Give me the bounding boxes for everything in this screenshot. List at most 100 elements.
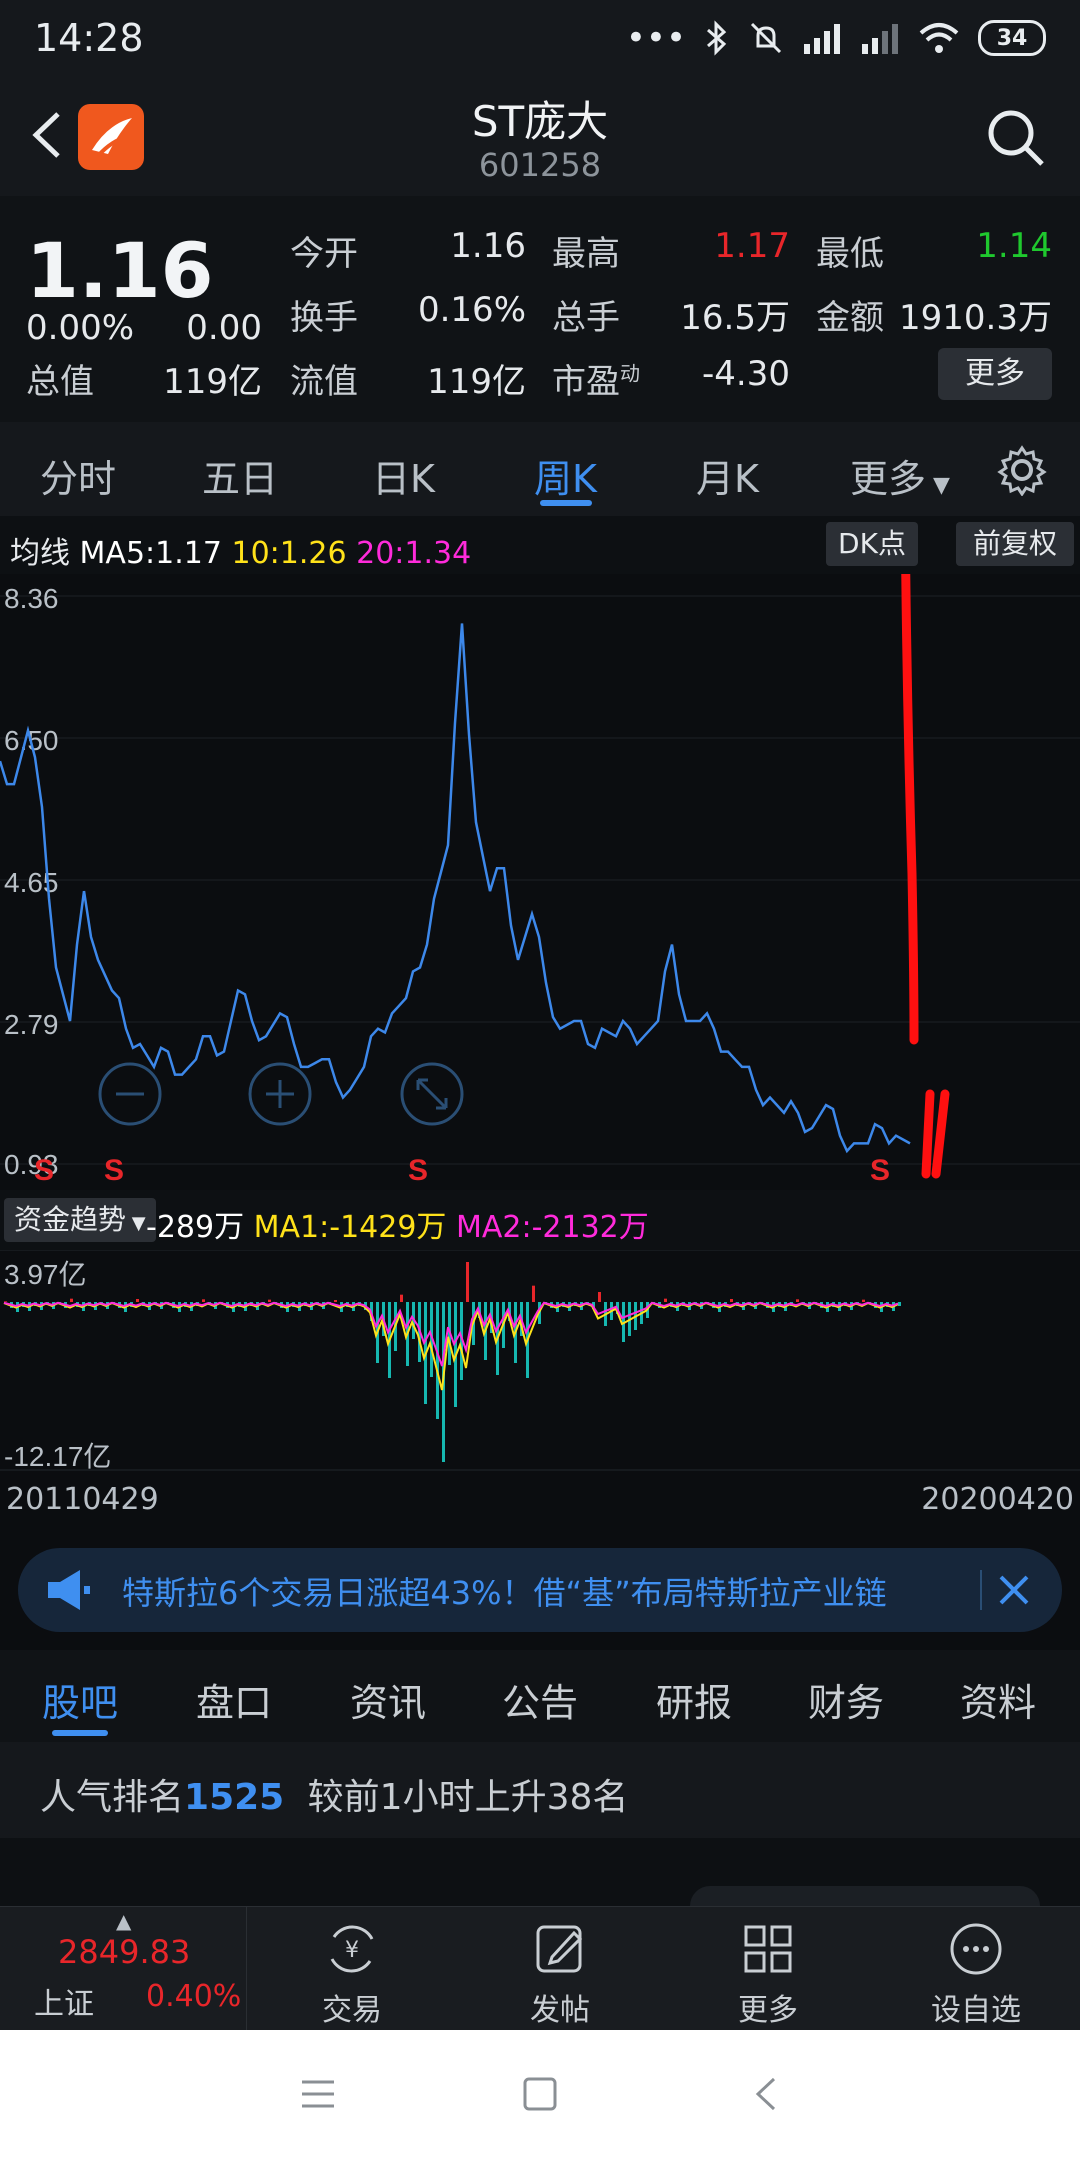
- close-icon[interactable]: [998, 1574, 1030, 1606]
- tab-more[interactable]: 更多 ▼: [850, 448, 950, 503]
- tab-announcements[interactable]: 公告: [502, 1672, 578, 1727]
- ma20-value: 20:1.34: [356, 536, 472, 571]
- signal-icon-2: [862, 24, 898, 54]
- fund-bar: [136, 1299, 139, 1302]
- tab-financials[interactable]: 财务: [808, 1672, 884, 1727]
- zoom-in-button[interactable]: [248, 1062, 312, 1126]
- trade-button[interactable]: ¥ 交易: [252, 1907, 452, 2031]
- open-label: 今开: [290, 234, 358, 274]
- fund-bar: [268, 1299, 271, 1302]
- tab-research[interactable]: 研报: [656, 1672, 732, 1727]
- tab-profile[interactable]: 资料: [960, 1672, 1036, 1727]
- feed-area: [0, 1838, 1080, 1926]
- fund-bar: [334, 1300, 337, 1302]
- dropdown-caret-icon: ▼: [926, 473, 950, 498]
- tab-news[interactable]: 资讯: [350, 1672, 426, 1727]
- sell-signal-marker: S: [870, 1154, 890, 1187]
- ma5-value: MA5:1.17: [79, 536, 222, 571]
- tab-weekly-k[interactable]: 周K: [534, 448, 597, 503]
- wifi-icon: [919, 23, 959, 53]
- tab-order-book[interactable]: 盘口: [196, 1672, 272, 1727]
- fund-trend-selector[interactable]: 资金趋势 ▼: [4, 1198, 156, 1242]
- active-tab-underline: [52, 1730, 108, 1736]
- dropdown-caret-icon: ▼: [126, 1213, 146, 1234]
- more-circle-icon: [950, 1923, 1002, 1975]
- tab-five-day[interactable]: 五日: [202, 448, 278, 503]
- fund-value: -289万: [146, 1210, 245, 1245]
- amount-value: 1910.3万: [899, 298, 1052, 338]
- start-date: 20110429: [6, 1482, 159, 1517]
- fund-bar: [532, 1285, 535, 1302]
- sell-signal-marker: S: [34, 1154, 54, 1187]
- battery-icon: 34: [978, 20, 1046, 56]
- volume-value: 16.5万: [680, 298, 790, 338]
- ma-legend: 均线 MA5:1.17 10:1.26 20:1.34: [10, 528, 471, 572]
- tab-intraday[interactable]: 分时: [40, 448, 116, 503]
- news-headline[interactable]: 特斯拉6个交易日涨超43%！借“基”布局特斯拉产业链: [122, 1568, 887, 1614]
- fullscreen-button[interactable]: [400, 1062, 464, 1126]
- price-chart-signals: SSSS: [34, 1154, 890, 1187]
- sell-signal-marker: S: [408, 1154, 428, 1187]
- trade-yen-icon: ¥: [330, 1925, 374, 1973]
- pe-label: 市盈动: [552, 361, 640, 402]
- fund-bar: [730, 1299, 733, 1302]
- index-name: 上证: [34, 1987, 94, 2022]
- red-annotation-strokes: [901, 574, 950, 1179]
- open-value: 1.16: [450, 226, 526, 266]
- post-button[interactable]: 发帖: [460, 1907, 660, 2031]
- bottom-toolbar: ▲ 2849.83 上证 0.40% ¥ 交易 发帖 更多 设自选: [0, 1906, 1080, 2031]
- ranking-change: 较前1小时上升38名: [307, 1777, 629, 1818]
- menu-icon[interactable]: [300, 2078, 336, 2110]
- grid-icon: [744, 1925, 792, 1973]
- quote-panel: 1.16 0.00% 0.00 总值 119亿 今开 1.16 换手 0.16%…: [0, 196, 1080, 422]
- index-value: 2849.83: [58, 1933, 191, 1971]
- add-watchlist-button[interactable]: 设自选: [876, 1907, 1076, 2031]
- index-ticker[interactable]: ▲ 2849.83 上证 0.40%: [0, 1907, 247, 2031]
- low-label: 最低: [816, 234, 884, 274]
- popularity-ranking[interactable]: 人气排名1525 较前1小时上升38名: [0, 1742, 1080, 1838]
- price-line-chart[interactable]: 8.366.504.652.790.93 SSSS: [0, 574, 1080, 1190]
- fund-bar: [664, 1298, 667, 1302]
- market-cap-value: 119亿: [163, 362, 262, 402]
- y-tick-label: 4.65: [4, 867, 59, 898]
- more-quote-button[interactable]: 更多: [938, 348, 1052, 400]
- settings-gear-icon[interactable]: [996, 444, 1048, 496]
- change-pct: 0.00%: [26, 308, 135, 348]
- mute-icon: [750, 22, 782, 54]
- fund-bar: [898, 1302, 901, 1306]
- back-icon[interactable]: [754, 2076, 778, 2112]
- float-cap-value: 119亿: [427, 362, 526, 402]
- fund-ma2: MA2:-2132万: [455, 1210, 649, 1245]
- index-change: 0.40%: [146, 1979, 242, 2014]
- ma-label: 均线: [10, 536, 70, 571]
- edit-post-icon: [536, 1925, 583, 1973]
- stock-code: 601258: [478, 146, 602, 184]
- zoom-out-button[interactable]: [98, 1062, 162, 1126]
- more-button[interactable]: 更多: [668, 1907, 868, 2031]
- news-banner[interactable]: 特斯拉6个交易日涨超43%！借“基”布局特斯拉产业链: [18, 1548, 1062, 1632]
- amount-label: 金额: [816, 298, 884, 338]
- price-series-line: [0, 623, 911, 1154]
- content-tabs: 股吧 盘口 资讯 公告 研报 财务 资料: [0, 1650, 1080, 1742]
- fund-bar: [598, 1292, 601, 1302]
- ranking-number: 1525: [184, 1777, 285, 1818]
- fund-flow-chart[interactable]: 3.97亿 -12.17亿: [0, 1250, 1080, 1472]
- tab-monthly-k[interactable]: 月K: [696, 448, 759, 503]
- period-tabs: 分时 五日 日K 周K 月K 更多 ▼: [0, 422, 1080, 516]
- home-icon[interactable]: [522, 2076, 558, 2112]
- sell-signal-marker: S: [104, 1154, 124, 1187]
- fund-bar: [466, 1262, 469, 1302]
- fund-bar: [796, 1299, 799, 1302]
- tab-daily-k[interactable]: 日K: [372, 448, 435, 503]
- signal-icon: [804, 24, 840, 54]
- tab-forum[interactable]: 股吧: [42, 1672, 118, 1727]
- dk-point-button[interactable]: DK点: [826, 522, 918, 566]
- chart-date-range: 20110429 20200420: [0, 1472, 1080, 1528]
- status-time: 14:28: [34, 16, 144, 60]
- fund-y-tick-top: 3.97亿: [4, 1259, 87, 1290]
- forward-adjust-button[interactable]: 前复权: [956, 522, 1074, 566]
- status-icons: ••• 34: [626, 18, 1046, 58]
- fund-bar: [202, 1299, 205, 1302]
- search-icon[interactable]: [984, 106, 1046, 168]
- turnover-label: 换手: [290, 298, 358, 338]
